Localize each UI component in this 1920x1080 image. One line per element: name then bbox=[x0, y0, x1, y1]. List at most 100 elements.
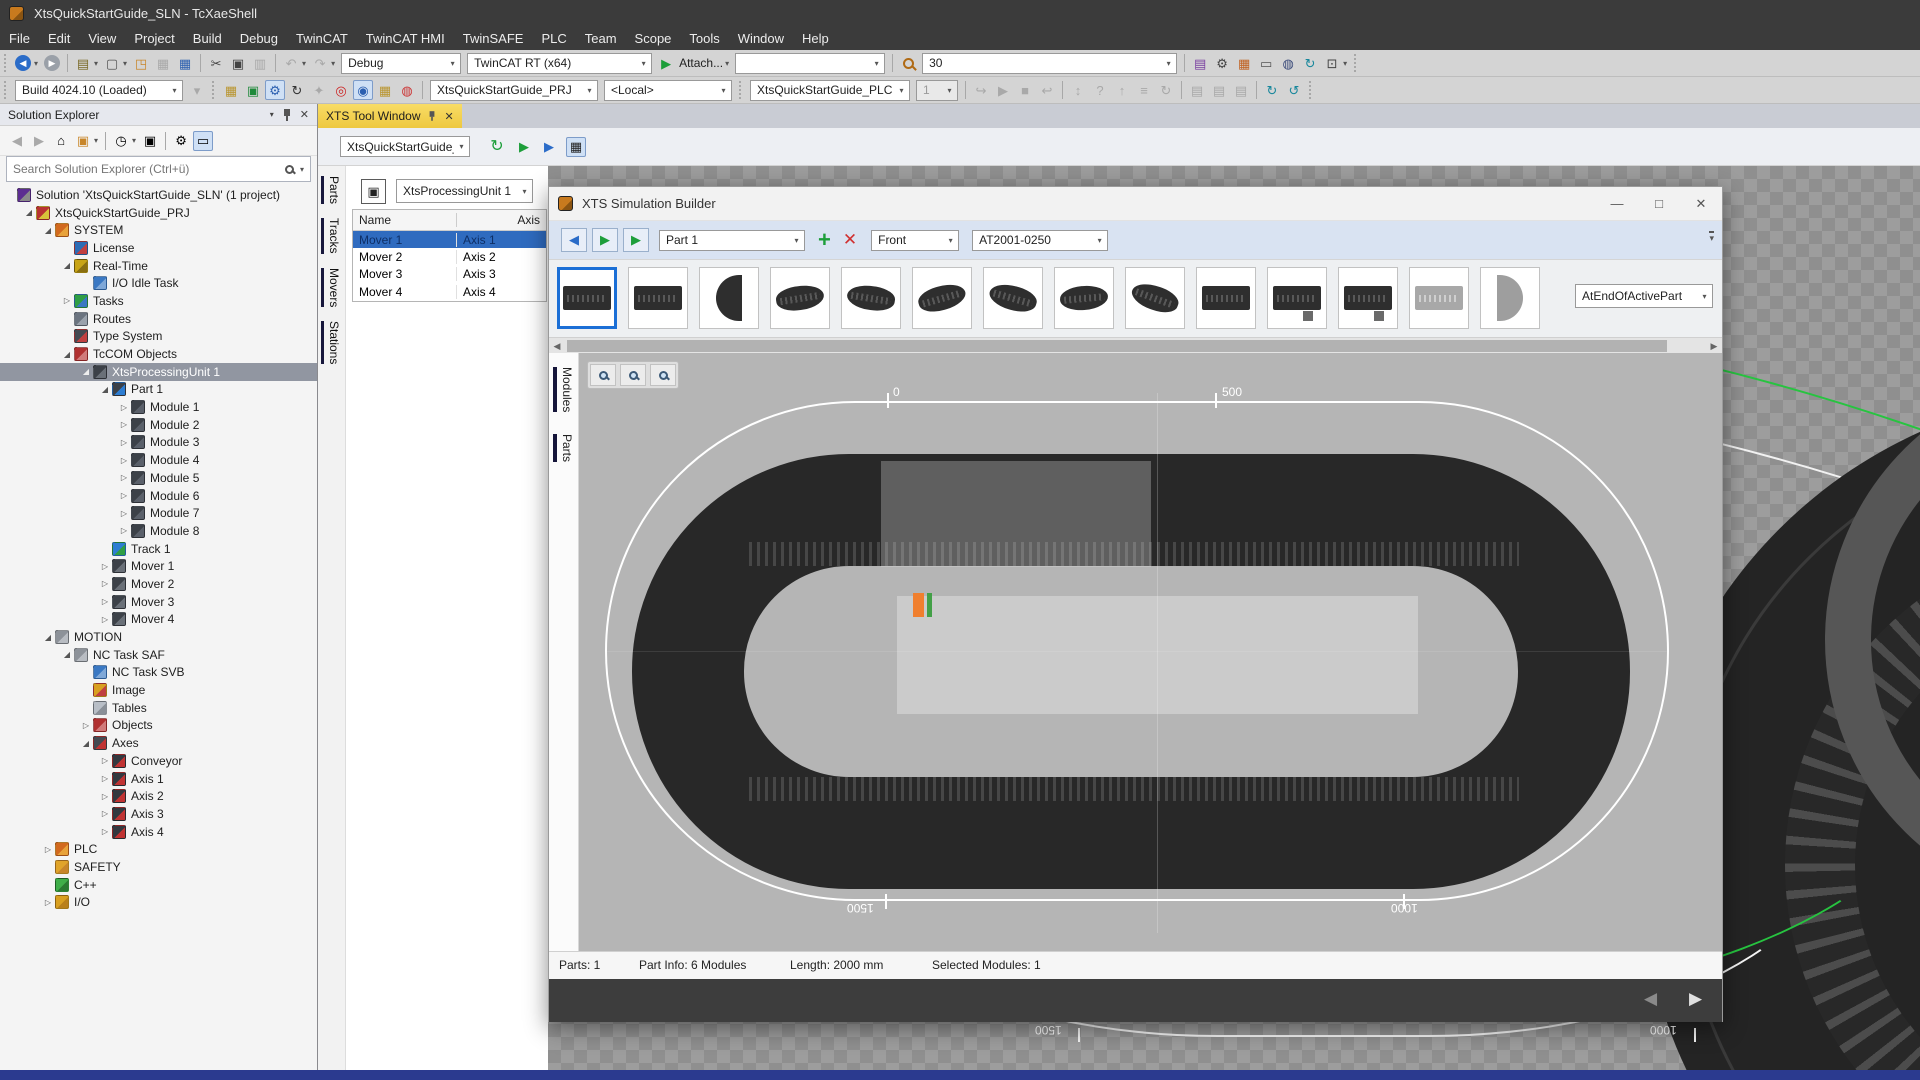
menu-item-edit[interactable]: Edit bbox=[39, 28, 79, 49]
prev-part-icon[interactable]: ◀ bbox=[1644, 989, 1657, 1009]
tree-item-image[interactable]: Image bbox=[0, 681, 317, 699]
nav-back-icon[interactable]: ◀ bbox=[561, 228, 587, 252]
tree-item-mover-3[interactable]: ▷Mover 3 bbox=[0, 593, 317, 611]
module-strip-scrollbar[interactable]: ◀ ▶ bbox=[549, 337, 1722, 353]
xts-run-combo[interactable]: XtsQuickStartGuide_I▾ bbox=[340, 136, 470, 157]
part-combo[interactable]: Part 1▾ bbox=[659, 230, 805, 251]
column-header-name[interactable]: Name bbox=[353, 213, 457, 227]
minimize-icon[interactable]: — bbox=[1596, 196, 1638, 212]
dropdown-arrow-icon[interactable]: ▾ bbox=[94, 136, 98, 145]
tree-collapsed-arrow-icon[interactable]: ▷ bbox=[42, 845, 54, 854]
zoom-fit-icon[interactable] bbox=[620, 364, 646, 386]
platform-combo[interactable]: TwinCAT RT (x64)▾ bbox=[467, 53, 652, 74]
tree-item-part-1[interactable]: ◢Part 1 bbox=[0, 381, 317, 399]
toolbar-grip[interactable] bbox=[3, 54, 9, 72]
xml-editor-icon[interactable]: ▤ bbox=[1190, 53, 1210, 73]
xts-start-icon[interactable]: ▶ bbox=[514, 137, 534, 157]
tree-item-module-3[interactable]: ▷Module 3 bbox=[0, 434, 317, 452]
tree-expanded-arrow-icon[interactable]: ◢ bbox=[80, 739, 92, 748]
plc-instance-combo[interactable]: 1▾ bbox=[916, 80, 958, 101]
start-icon[interactable]: ▶ bbox=[993, 80, 1013, 100]
refresh-icon[interactable]: ↻ bbox=[1300, 53, 1320, 73]
nav-forward-end-icon[interactable]: ▶ bbox=[623, 228, 649, 252]
tree-item-module-6[interactable]: ▷Module 6 bbox=[0, 487, 317, 505]
tree-collapsed-arrow-icon[interactable]: ▷ bbox=[99, 579, 111, 588]
insert-mode-combo[interactable]: AtEndOfActivePart▾ bbox=[1575, 284, 1713, 308]
tree-collapsed-arrow-icon[interactable]: ▷ bbox=[118, 438, 130, 447]
tree-item-conveyor[interactable]: ▷Conveyor bbox=[0, 752, 317, 770]
plc-combo[interactable]: XtsQuickStartGuide_PLC▾ bbox=[750, 80, 910, 101]
tree-item-mover-4[interactable]: ▷Mover 4 bbox=[0, 611, 317, 629]
wrench-icon[interactable]: ⚙ bbox=[1212, 53, 1232, 73]
module-thumbnail-13[interactable] bbox=[1409, 267, 1469, 329]
dropdown-arrow-icon[interactable]: ▾ bbox=[94, 59, 98, 68]
mover-marker-green[interactable] bbox=[927, 593, 932, 617]
toolbar-grip[interactable] bbox=[738, 81, 744, 99]
restart-icon[interactable]: ↻ bbox=[1156, 80, 1176, 100]
nav-back-icon[interactable]: ◀ bbox=[13, 53, 33, 73]
tab-parts[interactable]: Parts bbox=[560, 434, 574, 462]
find-combo[interactable]: 30▾ bbox=[922, 53, 1177, 74]
menu-item-window[interactable]: Window bbox=[729, 28, 793, 49]
tree-item-module-4[interactable]: ▷Module 4 bbox=[0, 451, 317, 469]
module-thumbnail-4[interactable] bbox=[770, 267, 830, 329]
tree-item-license[interactable]: License bbox=[0, 239, 317, 257]
tree-item-tccom-objects[interactable]: ◢TcCOM Objects bbox=[0, 345, 317, 363]
tab-close-icon[interactable]: ✕ bbox=[444, 110, 453, 123]
sim-track-viewport[interactable]: ModulesParts bbox=[549, 353, 1722, 951]
xts-start-sim-icon[interactable]: ▶ bbox=[539, 137, 559, 157]
redo-icon[interactable]: ↷ bbox=[310, 53, 330, 73]
tree-item-mover-2[interactable]: ▷Mover 2 bbox=[0, 575, 317, 593]
choose-target-icon[interactable]: ▦ bbox=[375, 80, 395, 100]
tree-item-module-1[interactable]: ▷Module 1 bbox=[0, 398, 317, 416]
tree-item-c-[interactable]: C++ bbox=[0, 876, 317, 894]
tree-item-axis-2[interactable]: ▷Axis 2 bbox=[0, 787, 317, 805]
target-combo[interactable]: <Local>▾ bbox=[604, 80, 732, 101]
tree-collapsed-arrow-icon[interactable]: ▷ bbox=[99, 774, 111, 783]
free-run-icon[interactable]: ◉ bbox=[353, 80, 373, 100]
pending-changes-icon[interactable]: ◷ bbox=[111, 131, 131, 151]
module-thumbnail-6[interactable] bbox=[912, 267, 972, 329]
menu-item-twincat[interactable]: TwinCAT bbox=[287, 28, 357, 49]
dropdown-arrow-icon[interactable]: ▾ bbox=[331, 59, 335, 68]
menu-item-twincat-hmi[interactable]: TwinCAT HMI bbox=[357, 28, 454, 49]
collapse-toolbar-icon[interactable]: ▾ bbox=[1709, 231, 1714, 244]
tree-item-type-system[interactable]: Type System bbox=[0, 328, 317, 346]
tab-parts[interactable]: Parts bbox=[327, 176, 341, 204]
tree-collapsed-arrow-icon[interactable]: ▷ bbox=[42, 898, 54, 907]
lock-icon[interactable]: ▥ bbox=[250, 53, 270, 73]
tree-item-nc-task-svb[interactable]: NC Task SVB bbox=[0, 664, 317, 682]
tree-item-safety[interactable]: SAFETY bbox=[0, 858, 317, 876]
menu-item-help[interactable]: Help bbox=[793, 28, 838, 49]
sync-icon[interactable]: ▣ bbox=[140, 131, 160, 151]
toolbar-grip[interactable] bbox=[3, 81, 9, 99]
menu-item-scope[interactable]: Scope bbox=[626, 28, 681, 49]
tree-item-track-1[interactable]: Track 1 bbox=[0, 540, 317, 558]
cycle-back-icon[interactable]: ↺ bbox=[1284, 80, 1304, 100]
tree-expanded-arrow-icon[interactable]: ◢ bbox=[99, 385, 111, 394]
scan-icon[interactable]: ✦ bbox=[309, 80, 329, 100]
tree-expanded-arrow-icon[interactable]: ◢ bbox=[42, 226, 54, 235]
module-thumbnail-3[interactable] bbox=[699, 267, 759, 329]
maximize-icon[interactable]: □ bbox=[1638, 196, 1680, 212]
dropdown-arrow-icon[interactable]: ▾ bbox=[1343, 59, 1347, 68]
module-thumbnail-14[interactable] bbox=[1480, 267, 1540, 329]
search-options-icon[interactable]: ▾ bbox=[300, 165, 304, 174]
config-combo[interactable]: Debug▾ bbox=[341, 53, 461, 74]
copy-icon[interactable]: ▣ bbox=[228, 53, 248, 73]
menu-item-tools[interactable]: Tools bbox=[680, 28, 728, 49]
tree-item-i-o[interactable]: ▷I/O bbox=[0, 894, 317, 912]
attach-label[interactable]: Attach... bbox=[679, 56, 723, 70]
menu-item-project[interactable]: Project bbox=[125, 28, 183, 49]
tree-item-motion[interactable]: ◢MOTION bbox=[0, 628, 317, 646]
xts-sim-mode-icon[interactable]: ▦ bbox=[566, 137, 586, 157]
tree-item-objects[interactable]: ▷Objects bbox=[0, 717, 317, 735]
tree-collapsed-arrow-icon[interactable]: ▷ bbox=[118, 456, 130, 465]
tree-expanded-arrow-icon[interactable]: ◢ bbox=[42, 633, 54, 642]
open-file-icon[interactable]: ◳ bbox=[131, 53, 151, 73]
tree-item-module-8[interactable]: ▷Module 8 bbox=[0, 522, 317, 540]
login-icon[interactable]: ↪ bbox=[971, 80, 991, 100]
tab-xts-tool-window[interactable]: XTS Tool Window ✕ bbox=[318, 104, 462, 128]
tree-item-tables[interactable]: Tables bbox=[0, 699, 317, 717]
tree-collapsed-arrow-icon[interactable]: ▷ bbox=[99, 562, 111, 571]
